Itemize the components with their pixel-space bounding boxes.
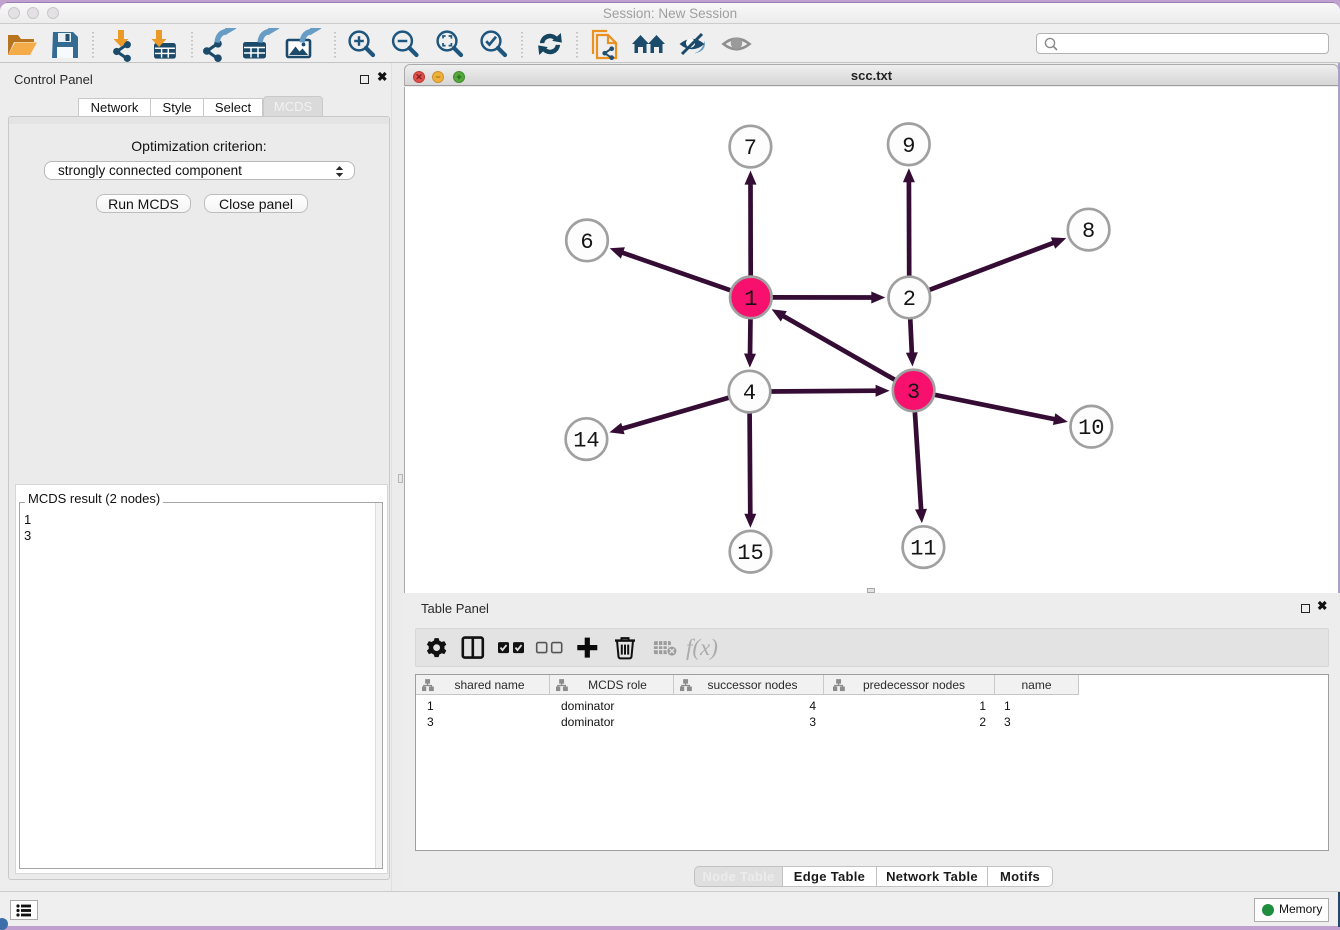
svg-text:14: 14: [573, 429, 599, 454]
svg-text:7: 7: [744, 136, 757, 161]
svg-text:4: 4: [743, 381, 756, 406]
svg-text:11: 11: [910, 537, 936, 562]
svg-text:15: 15: [737, 541, 763, 566]
svg-text:6: 6: [580, 230, 593, 255]
svg-text:2: 2: [903, 287, 916, 312]
svg-text:3: 3: [907, 380, 920, 405]
svg-text:1: 1: [744, 287, 757, 312]
svg-text:10: 10: [1078, 416, 1104, 441]
svg-text:8: 8: [1082, 219, 1095, 244]
svg-text:f(x): f(x): [686, 635, 718, 660]
svg-text:9: 9: [902, 134, 915, 159]
